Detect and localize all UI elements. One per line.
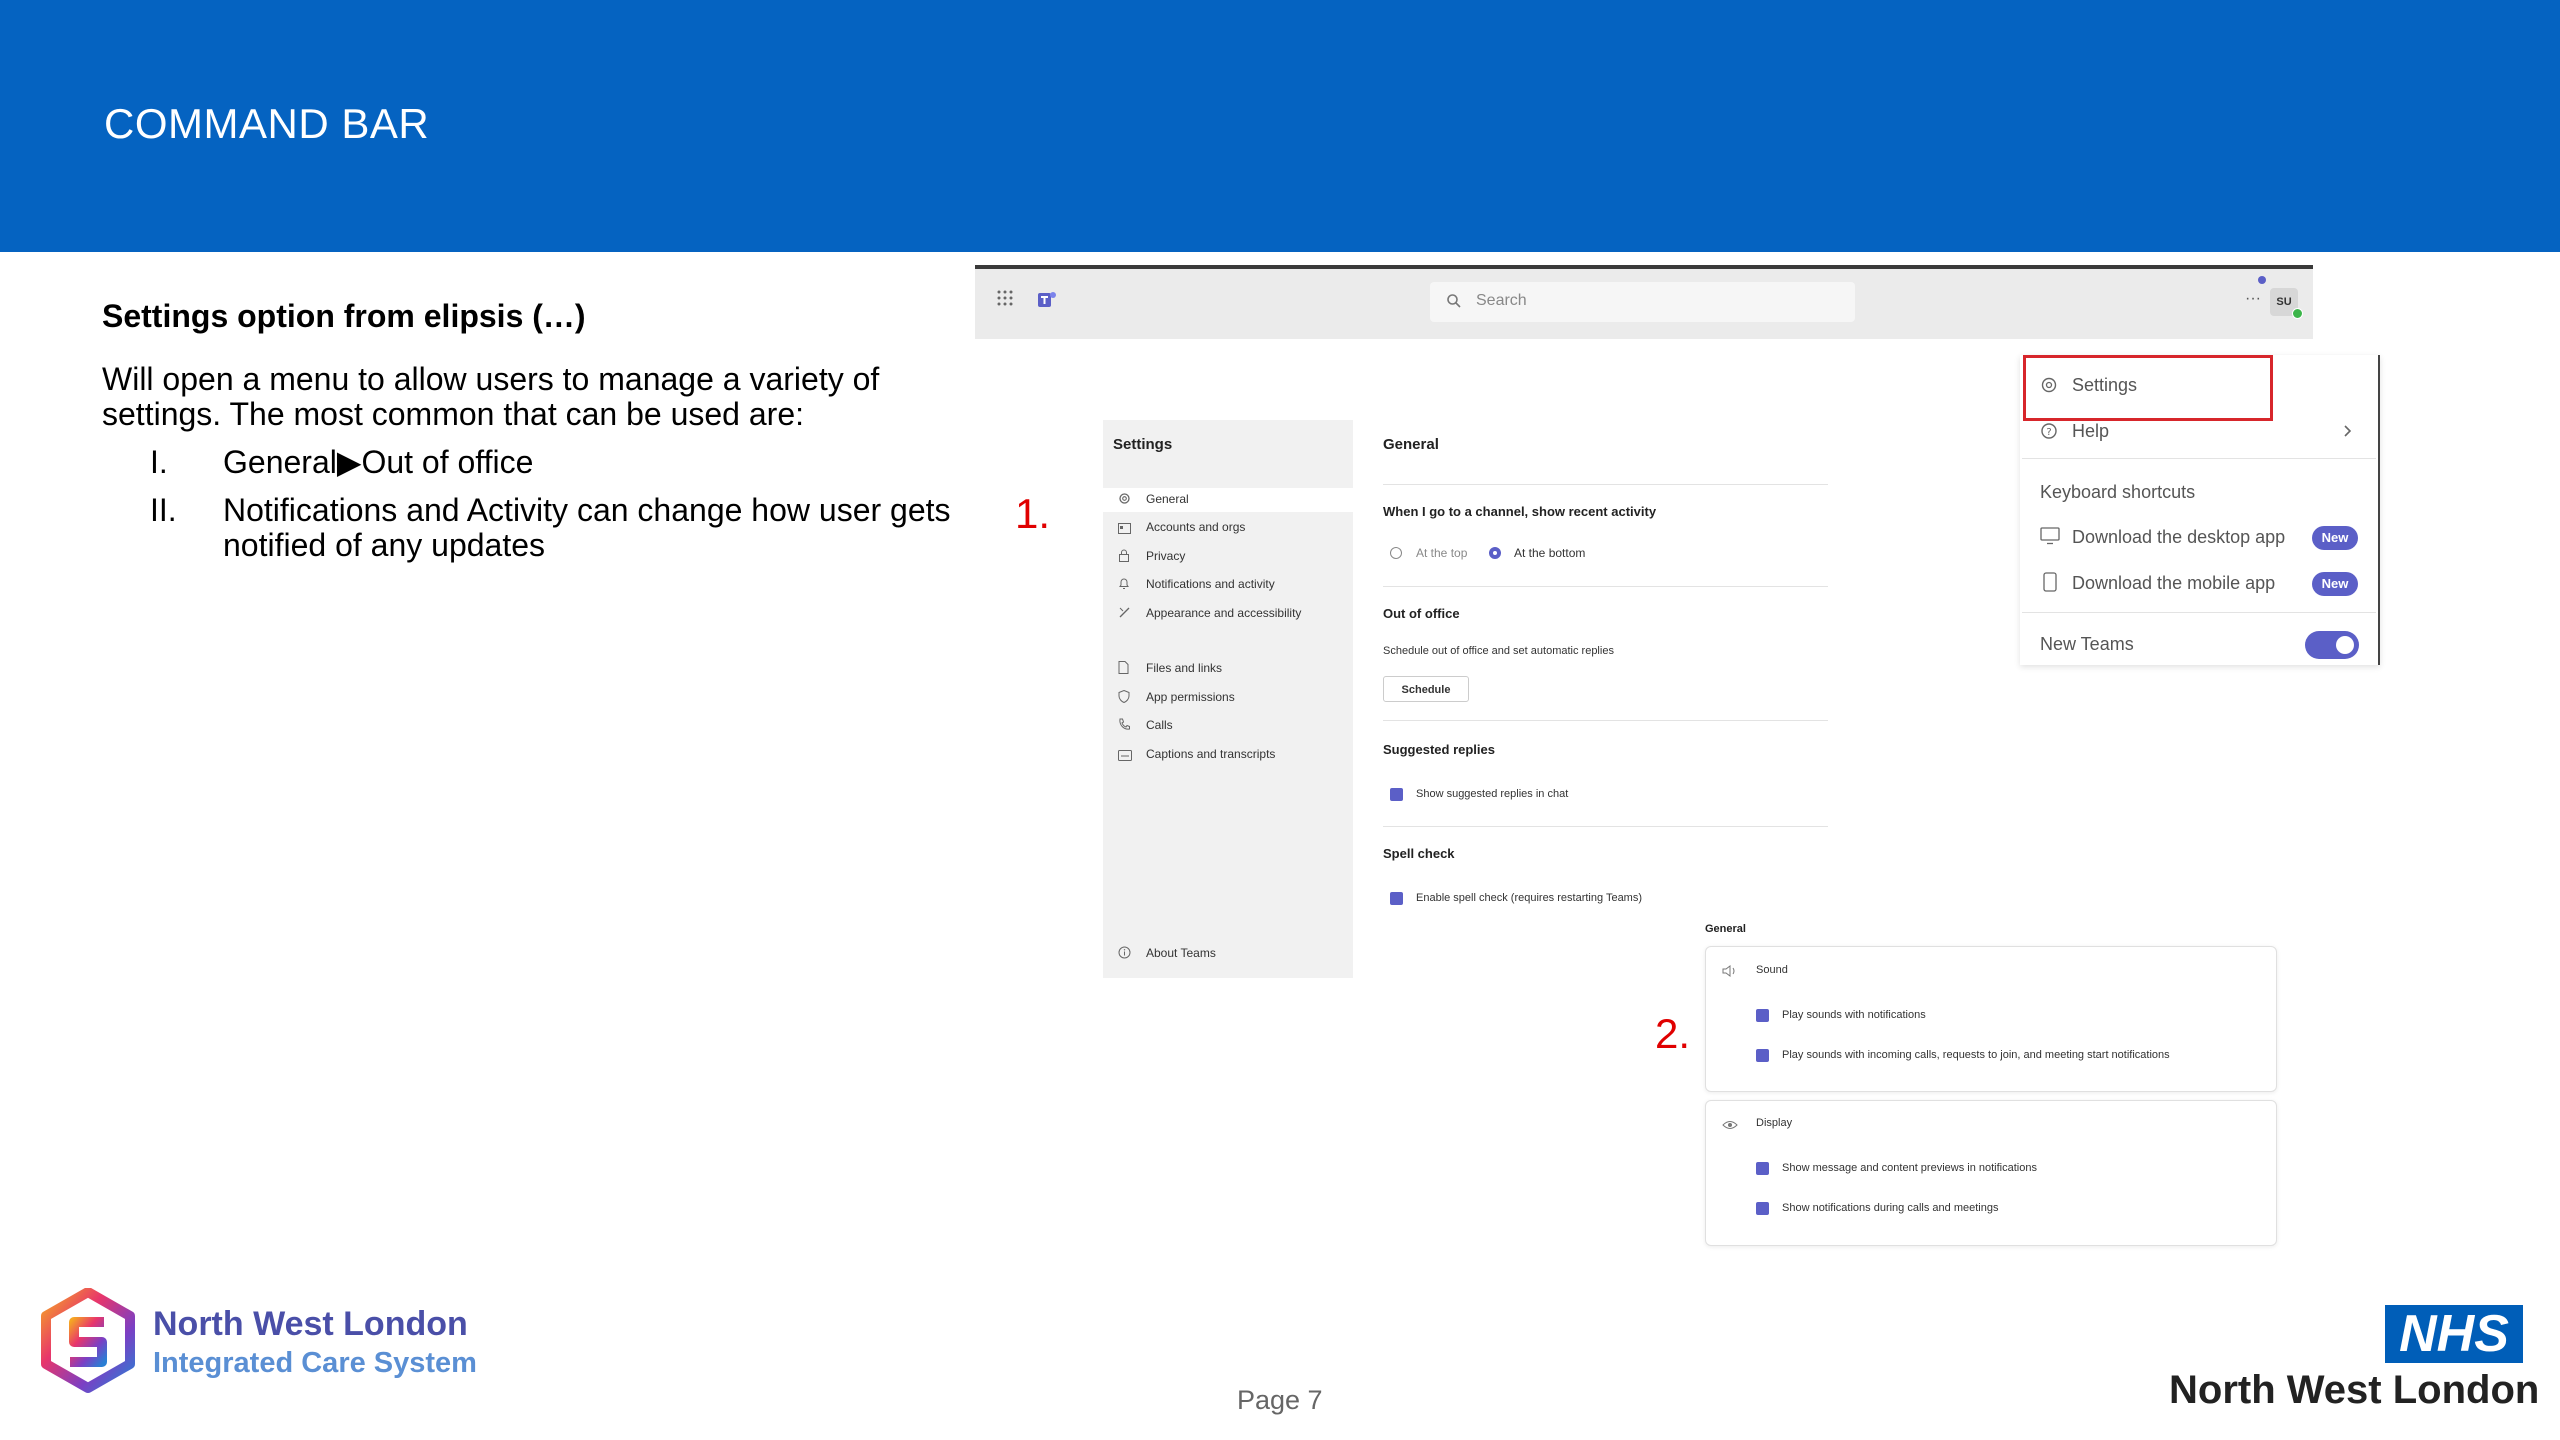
sound-option-label: Play sounds with notifications xyxy=(1782,1009,1926,1021)
divider xyxy=(1383,720,1828,721)
svg-text:?: ? xyxy=(2046,427,2051,438)
shield-icon xyxy=(1118,689,1130,704)
sound-heading: Sound xyxy=(1756,964,1788,976)
divider xyxy=(1383,826,1828,827)
divider xyxy=(1383,484,1828,485)
settings-nav-app-permissions[interactable]: App permissions xyxy=(1146,690,1235,704)
phone-icon xyxy=(1118,718,1130,731)
radio-at-bottom[interactable] xyxy=(1489,547,1501,559)
sound-option-checkbox[interactable] xyxy=(1756,1009,1769,1022)
list-number: I. xyxy=(150,444,168,480)
search-icon xyxy=(1446,293,1462,309)
new-badge: New xyxy=(2312,526,2358,550)
settings-nav-notifications[interactable]: Notifications and activity xyxy=(1146,577,1275,591)
radio-at-top[interactable] xyxy=(1390,547,1402,559)
section-heading: Settings option from elipsis (…) xyxy=(102,298,586,334)
gear-icon xyxy=(2040,376,2058,394)
list-item-text: General▶Out of office xyxy=(223,444,534,480)
nhs-logo: NHS xyxy=(2385,1305,2523,1363)
settings-nav-about[interactable]: About Teams xyxy=(1146,946,1216,960)
radio-at-bottom-label: At the bottom xyxy=(1514,546,1586,560)
file-icon xyxy=(1118,661,1129,674)
search-placeholder: Search xyxy=(1476,292,1527,309)
sound-option-label: Play sounds with incoming calls, request… xyxy=(1782,1049,2170,1061)
out-of-office-heading: Out of office xyxy=(1383,606,1460,621)
eye-icon xyxy=(1722,1118,1738,1130)
settings-nav-title: Settings xyxy=(1113,436,1173,453)
spell-check-heading: Spell check xyxy=(1383,846,1455,861)
suggested-replies-label: Show suggested replies in chat xyxy=(1416,788,1569,800)
lock-icon xyxy=(1118,549,1130,562)
new-badge: New xyxy=(2312,572,2358,596)
marker-one: 1. xyxy=(1015,490,1051,537)
nhs-logo-text: NHS xyxy=(2399,1305,2509,1363)
new-teams-label: New Teams xyxy=(2040,634,2134,654)
settings-nav-privacy[interactable]: Privacy xyxy=(1146,549,1185,563)
ics-name-line2: Integrated Care System xyxy=(153,1347,477,1379)
notification-dot xyxy=(2258,276,2266,284)
brush-icon xyxy=(1118,606,1131,619)
channel-activity-heading: When I go to a channel, show recent acti… xyxy=(1383,504,1657,519)
menu-item-keyboard-shortcuts[interactable]: Keyboard shortcuts xyxy=(2040,482,2195,503)
highlight-box xyxy=(2023,355,2273,421)
marker-two: 2. xyxy=(1655,1010,1691,1057)
mobile-phone-icon xyxy=(2043,572,2057,592)
notifications-general-title: General xyxy=(1705,923,1746,935)
sound-option-checkbox[interactable] xyxy=(1756,1049,1769,1062)
chevron-right-icon xyxy=(2342,422,2354,440)
menu-item-settings[interactable]: Settings xyxy=(2072,375,2137,396)
presence-available-icon xyxy=(2292,308,2303,319)
display-option-label: Show message and content previews in not… xyxy=(1782,1162,2037,1174)
new-teams-toggle[interactable] xyxy=(2305,631,2359,659)
divider xyxy=(1383,586,1828,587)
list-number: II. xyxy=(150,492,177,528)
radio-at-top-label: At the top xyxy=(1416,546,1468,560)
divider xyxy=(2022,612,2376,613)
nwl-ics-logo xyxy=(40,1287,136,1398)
page-number: Page 7 xyxy=(1237,1385,1323,1415)
suggested-replies-heading: Suggested replies xyxy=(1383,742,1495,757)
teams-logo-icon xyxy=(1036,290,1058,310)
monitor-icon xyxy=(2040,527,2060,545)
menu-item-download-mobile[interactable]: Download the mobile app xyxy=(2072,573,2275,594)
nhs-organisation-name: North West London xyxy=(2169,1368,2540,1412)
help-icon: ? xyxy=(2040,422,2058,440)
settings-nav-files[interactable]: Files and links xyxy=(1146,661,1222,675)
accounts-icon xyxy=(1118,521,1131,534)
out-of-office-description: Schedule out of office and set automatic… xyxy=(1383,645,1614,657)
list-item-text: Notifications and Activity can change ho… xyxy=(223,492,951,563)
bell-icon xyxy=(1118,577,1130,590)
divider xyxy=(2022,458,2376,459)
settings-nav-appearance[interactable]: Appearance and accessibility xyxy=(1146,606,1301,620)
captions-icon xyxy=(1118,748,1132,761)
settings-nav-accounts[interactable]: Accounts and orgs xyxy=(1146,520,1245,534)
schedule-button[interactable]: Schedule xyxy=(1383,676,1469,702)
suggested-replies-checkbox[interactable] xyxy=(1390,788,1403,801)
more-options-icon[interactable]: ··· xyxy=(2245,290,2261,308)
display-option-checkbox[interactable] xyxy=(1756,1202,1769,1215)
settings-nav-selected xyxy=(1103,488,1353,512)
display-option-label: Show notifications during calls and meet… xyxy=(1782,1202,1999,1214)
display-heading: Display xyxy=(1756,1117,1793,1129)
spell-check-label: Enable spell check (requires restarting … xyxy=(1416,892,1643,904)
description-paragraph: Will open a menu to allow users to manag… xyxy=(102,361,880,432)
settings-nav-general[interactable]: General xyxy=(1146,492,1189,506)
speaker-icon xyxy=(1722,964,1738,978)
general-title: General xyxy=(1383,436,1439,453)
spell-check-checkbox[interactable] xyxy=(1390,892,1403,905)
slide-title: COMMAND BAR xyxy=(104,100,430,147)
display-option-checkbox[interactable] xyxy=(1756,1162,1769,1175)
menu-item-download-desktop[interactable]: Download the desktop app xyxy=(2072,527,2285,548)
settings-nav-calls[interactable]: Calls xyxy=(1146,718,1173,732)
info-icon xyxy=(1118,946,1131,959)
ics-name-line1: North West London xyxy=(153,1305,468,1343)
app-launcher-icon[interactable] xyxy=(997,290,1013,306)
gear-icon xyxy=(1118,492,1131,505)
menu-item-help[interactable]: Help xyxy=(2072,421,2109,442)
settings-nav-captions[interactable]: Captions and transcripts xyxy=(1146,747,1275,761)
